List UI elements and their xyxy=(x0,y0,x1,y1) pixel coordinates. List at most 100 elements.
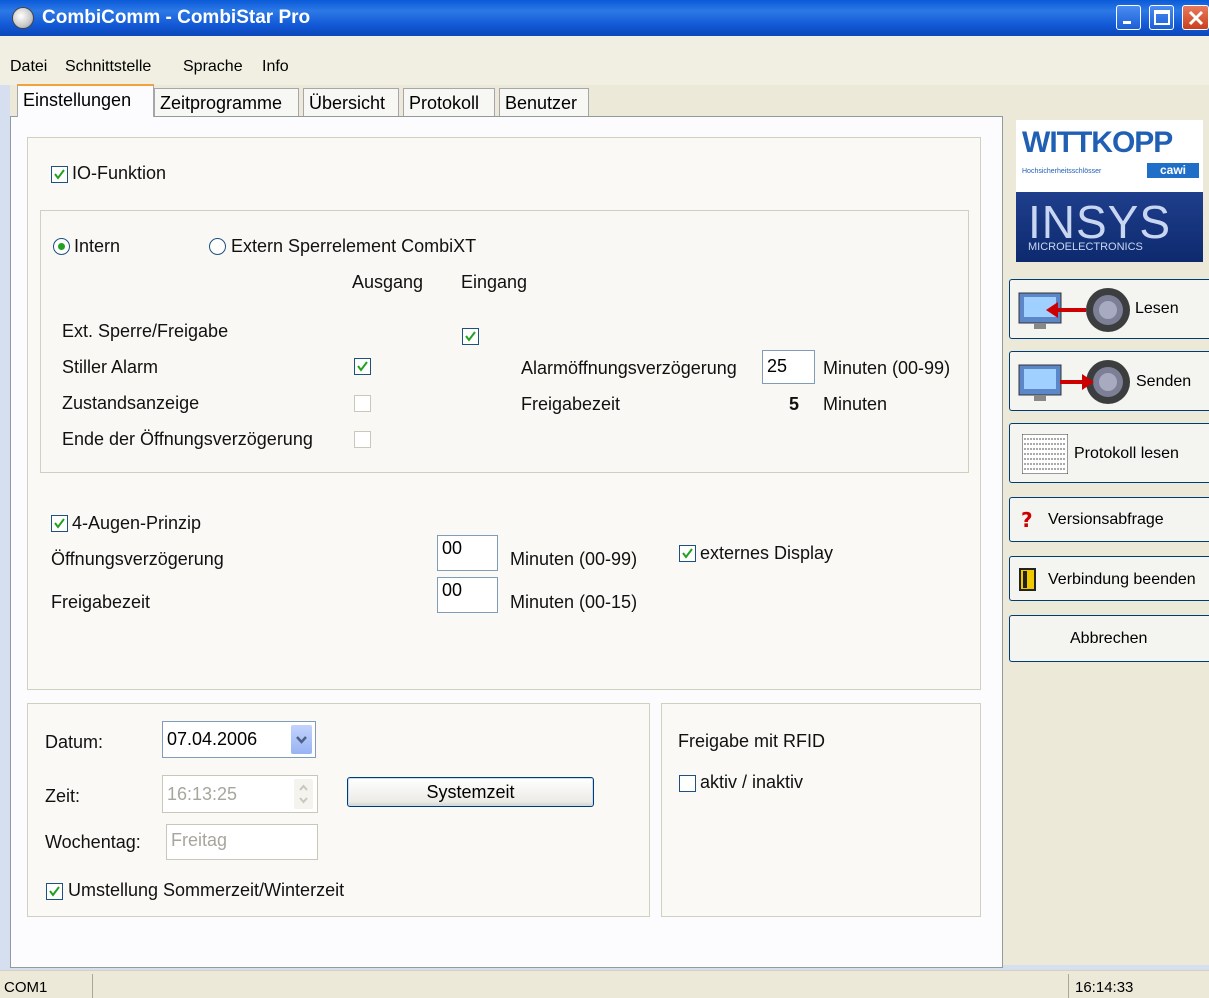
protokoll-lesen-label: Protokoll lesen xyxy=(1074,445,1179,462)
tab-einstellungen[interactable]: Einstellungen xyxy=(17,84,154,117)
menu-schnittstelle[interactable]: Schnittstelle xyxy=(65,58,151,76)
augen-prinzip-checkbox[interactable] xyxy=(51,515,68,532)
send-to-device-icon xyxy=(1018,360,1130,404)
question-mark-icon: ? xyxy=(1021,509,1033,531)
row-label-ende-oeffnungsverzoegerung: Ende der Öffnungsverzögerung xyxy=(62,429,313,449)
augen-prinzip-label: 4-Augen-Prinzip xyxy=(72,513,202,533)
status-time: 16:14:33 xyxy=(1068,974,1209,998)
tab-zeitprogramme[interactable]: Zeitprogramme xyxy=(154,88,299,116)
ext-sperre-eingang-checkbox[interactable] xyxy=(462,328,479,345)
augen-freigabezeit-unit: Minuten (00-15) xyxy=(510,592,638,612)
io-freigabezeit-value: 5 xyxy=(789,394,800,414)
checkmark-icon xyxy=(682,548,693,559)
column-header-eingang: Eingang xyxy=(461,272,528,292)
exit-door-icon xyxy=(1019,568,1036,591)
wittkopp-logo-text: WITTKOPP xyxy=(1022,126,1173,159)
window-title: CombiComm - CombiStar Pro xyxy=(42,7,311,28)
senden-label: Senden xyxy=(1136,373,1192,390)
minimize-button[interactable] xyxy=(1116,5,1141,30)
datum-value: 07.04.2006 xyxy=(167,729,258,749)
augen-freigabezeit-label: Freigabezeit xyxy=(51,592,151,612)
row-label-zustandsanzeige: Zustandsanzeige xyxy=(62,393,200,413)
augen-freigabezeit-input[interactable]: 00 xyxy=(437,577,498,613)
rfid-aktiv-label: aktiv / inaktiv xyxy=(700,772,804,792)
checkmark-icon xyxy=(54,518,65,529)
verbindung-beenden-button[interactable]: Verbindung beenden xyxy=(1009,556,1209,601)
senden-button[interactable]: Senden xyxy=(1009,351,1209,411)
externes-display-label: externes Display xyxy=(700,543,834,563)
externes-display-checkbox[interactable] xyxy=(679,545,696,562)
oeffnungsverzoegerung-input[interactable]: 00 xyxy=(437,535,498,571)
checkmark-icon xyxy=(357,361,368,372)
close-button[interactable] xyxy=(1182,5,1209,30)
maximize-icon xyxy=(1154,10,1170,25)
spinner-arrows-icon xyxy=(299,784,308,804)
status-bar: COM1 16:14:33 xyxy=(0,970,1209,998)
systemzeit-button[interactable]: Systemzeit xyxy=(347,777,594,807)
sommerzeit-checkbox[interactable] xyxy=(46,883,63,900)
checkmark-icon xyxy=(54,169,65,180)
wochentag-label: Wochentag: xyxy=(45,832,141,852)
row-label-stiller-alarm: Stiller Alarm xyxy=(62,357,159,377)
sommerzeit-label: Umstellung Sommerzeit/Winterzeit xyxy=(68,880,345,900)
status-panel-empty xyxy=(92,974,389,998)
menu-sprache[interactable]: Sprache xyxy=(183,58,243,76)
menu-info[interactable]: Info xyxy=(262,58,289,76)
rfid-title: Freigabe mit RFID xyxy=(678,731,826,751)
alarm-delay-unit: Minuten (00-99) xyxy=(823,358,951,378)
spinner-buttons[interactable] xyxy=(294,779,313,809)
io-funktion-checkbox[interactable] xyxy=(51,166,68,183)
title-bar[interactable]: CombiComm - CombiStar Pro xyxy=(0,0,1209,36)
tab-uebersicht[interactable]: Übersicht xyxy=(303,88,399,116)
rfid-aktiv-checkbox[interactable] xyxy=(679,775,696,792)
wochentag-field: Freitag xyxy=(166,824,318,860)
read-from-device-icon xyxy=(1018,288,1130,332)
radio-extern[interactable] xyxy=(209,238,226,255)
alarm-delay-input[interactable]: 25 xyxy=(762,350,815,384)
title-bar-gap xyxy=(0,36,1209,55)
zeit-spinner[interactable]: 16:13:25 xyxy=(162,775,318,813)
radio-intern[interactable] xyxy=(53,238,70,255)
zeit-label: Zeit: xyxy=(45,786,81,806)
tab-protokoll[interactable]: Protokoll xyxy=(403,88,495,116)
abbrechen-label: Abbrechen xyxy=(1070,630,1148,647)
lesen-button[interactable]: Lesen xyxy=(1009,279,1209,339)
insys-logo: INSYS MICROELECTRONICS xyxy=(1016,192,1203,262)
stiller-alarm-ausgang-checkbox[interactable] xyxy=(354,358,371,375)
versionsabfrage-label: Versionsabfrage xyxy=(1048,511,1164,528)
oeffnungsverzoegerung-unit: Minuten (00-99) xyxy=(510,549,638,569)
dropdown-arrow-button[interactable] xyxy=(291,725,312,754)
chevron-down-icon xyxy=(296,736,307,744)
alarm-delay-label: Alarmöffnungsverzögerung xyxy=(521,358,737,378)
io-freigabezeit-unit: Minuten xyxy=(823,394,888,414)
abbrechen-button[interactable]: Abbrechen xyxy=(1009,615,1209,662)
app-icon[interactable] xyxy=(12,7,34,29)
protocol-list-icon xyxy=(1022,434,1068,474)
maximize-button[interactable] xyxy=(1149,5,1174,30)
io-freigabezeit-label: Freigabezeit xyxy=(521,394,621,414)
svg-text:?: ? xyxy=(1021,509,1033,531)
menu-bar: Datei Schnittstelle Sprache Info xyxy=(0,55,1209,85)
checkmark-icon xyxy=(465,331,476,342)
protokoll-lesen-button[interactable]: Protokoll lesen xyxy=(1009,423,1209,483)
zeit-value: 16:13:25 xyxy=(167,784,238,804)
verbindung-beenden-label: Verbindung beenden xyxy=(1048,571,1196,588)
io-funktion-label: IO-Funktion xyxy=(72,163,167,183)
oeffnungsverzoegerung-label: Öffnungsverzögerung xyxy=(51,549,224,569)
checkmark-icon xyxy=(49,886,60,897)
column-header-ausgang: Ausgang xyxy=(352,272,424,292)
radio-extern-label: Extern Sperrelement CombiXT xyxy=(231,236,477,256)
datum-dropdown[interactable]: 07.04.2006 xyxy=(162,721,316,758)
tab-benutzer[interactable]: Benutzer xyxy=(499,88,589,116)
menu-datei[interactable]: Datei xyxy=(10,58,47,76)
versionsabfrage-button[interactable]: ? Versionsabfrage xyxy=(1009,497,1209,542)
minimize-icon xyxy=(1123,21,1131,24)
close-icon xyxy=(1188,10,1204,26)
ende-oeffnung-ausgang-checkbox[interactable] xyxy=(354,431,371,448)
lesen-label: Lesen xyxy=(1135,300,1179,317)
row-label-ext-sperre: Ext. Sperre/Freigabe xyxy=(62,321,229,341)
zustandsanzeige-ausgang-checkbox[interactable] xyxy=(354,395,371,412)
status-port: COM1 xyxy=(4,979,48,996)
datum-label: Datum: xyxy=(45,732,104,752)
cawi-badge: cawi xyxy=(1147,163,1199,178)
